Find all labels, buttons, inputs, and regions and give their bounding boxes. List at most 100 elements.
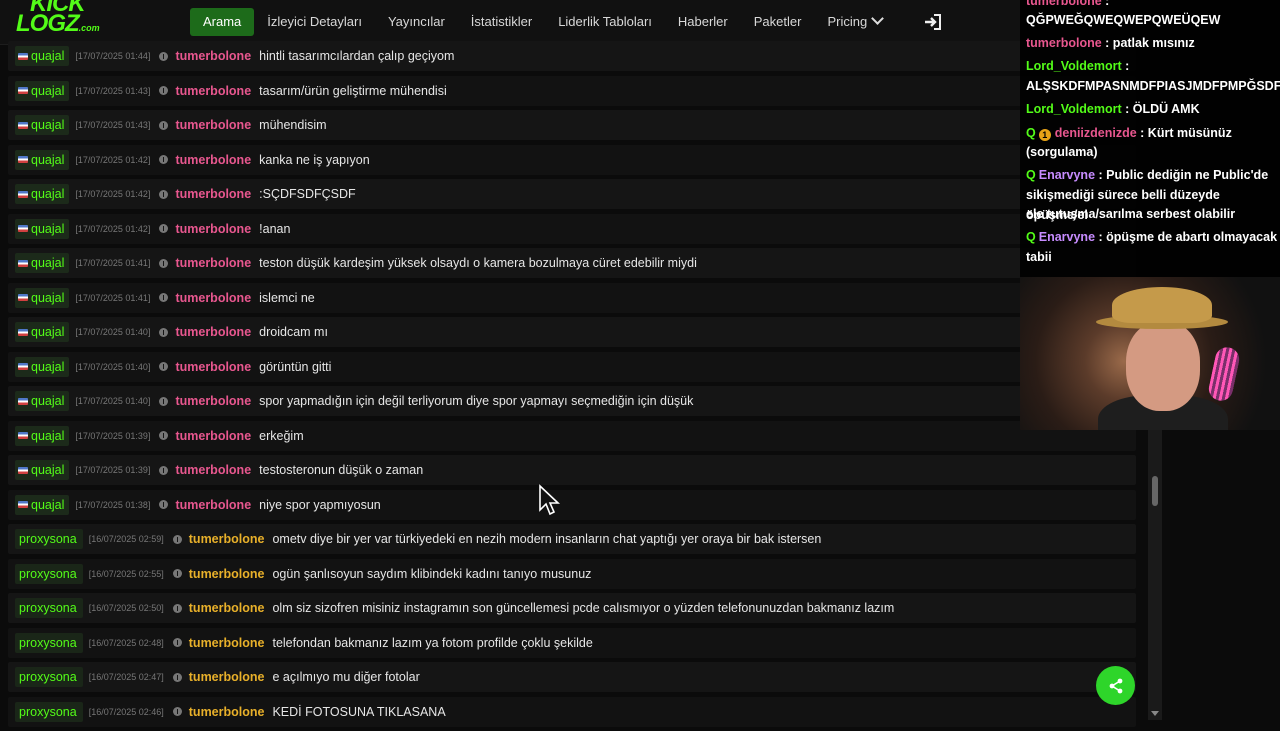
- channel-badge[interactable]: proxysona: [15, 529, 83, 549]
- login-icon[interactable]: [924, 13, 942, 31]
- username[interactable]: tumerbolone: [175, 291, 251, 305]
- info-icon[interactable]: [159, 189, 169, 199]
- username[interactable]: tumerbolone: [189, 705, 265, 719]
- message-text: droidcam mı: [259, 325, 328, 339]
- channel-badge[interactable]: quajal: [15, 356, 70, 377]
- message-row: proxysona [16/07/2025 02:50] tumerbolone ol…: [8, 593, 1136, 623]
- flag-icon: [18, 156, 28, 163]
- channel-badge[interactable]: quajal: [15, 287, 70, 308]
- webcam-face-shape: [1126, 321, 1200, 411]
- username[interactable]: tumerbolone: [175, 118, 251, 132]
- info-icon[interactable]: [172, 707, 182, 716]
- info-icon[interactable]: [159, 362, 169, 371]
- message-text: testosteronun düşük o zaman: [259, 463, 424, 477]
- scroll-down-arrow-icon[interactable]: [1151, 711, 1159, 716]
- info-icon[interactable]: [159, 327, 169, 337]
- info-icon[interactable]: [159, 396, 169, 406]
- info-icon[interactable]: [159, 258, 169, 268]
- site-logo[interactable]: KICK LOGZ.com: [16, 0, 106, 40]
- channel-badge[interactable]: proxysona: [15, 667, 83, 687]
- username[interactable]: tumerbolone: [175, 256, 251, 270]
- nav-item-packages[interactable]: Paketler: [741, 8, 815, 36]
- channel-badge[interactable]: quajal: [15, 115, 70, 135]
- info-icon[interactable]: [172, 603, 182, 613]
- message-row: quajal [17/07/2025 01:42] tumerbolone !anan: [8, 213, 1136, 244]
- scrollbar-thumb[interactable]: [1152, 476, 1158, 506]
- info-icon[interactable]: [172, 534, 182, 544]
- channel-badge[interactable]: quajal: [15, 46, 70, 66]
- message-row: quajal [17/07/2025 01:40] tumerbolone görün…: [8, 351, 1136, 382]
- info-icon[interactable]: [172, 672, 182, 682]
- username[interactable]: tumerbolone: [175, 153, 251, 167]
- timestamp: [17/07/2025 01:43]: [75, 85, 151, 96]
- overlay-chat-line: Lord_Voldemort :: [1026, 59, 1130, 73]
- info-icon[interactable]: [159, 224, 169, 233]
- message-row: quajal [17/07/2025 01:42] tumerbolone:SÇDF…: [8, 179, 1136, 209]
- username[interactable]: tumerbolone: [175, 498, 251, 512]
- username[interactable]: tumerbolone: [175, 49, 251, 63]
- channel-badge[interactable]: quajal: [15, 80, 70, 101]
- channel-badge[interactable]: quajal: [15, 494, 70, 515]
- info-icon[interactable]: [159, 86, 169, 95]
- username[interactable]: tumerbolone: [175, 429, 251, 443]
- nav-item-arama[interactable]: Arama: [190, 8, 255, 36]
- channel-badge[interactable]: proxysona: [15, 563, 83, 584]
- info-icon[interactable]: [172, 569, 182, 578]
- message-row: proxysona [16/07/2025 02:48] tumerbolone te…: [8, 627, 1136, 658]
- channel-badge[interactable]: quajal: [15, 322, 70, 342]
- channel-badge[interactable]: quajal: [15, 184, 70, 204]
- timestamp: [16/07/2025 02:59]: [88, 534, 164, 544]
- nav-item-pricing[interactable]: Pricing: [814, 8, 895, 36]
- nav-item-streamers[interactable]: Yayıncılar: [375, 8, 458, 36]
- username[interactable]: tumerbolone: [175, 360, 251, 374]
- username[interactable]: tumerbolone: [189, 636, 265, 650]
- info-icon[interactable]: [159, 120, 169, 130]
- username[interactable]: tumerbolone: [189, 670, 265, 684]
- channel-badge[interactable]: quajal: [15, 149, 70, 170]
- info-icon[interactable]: [159, 500, 169, 509]
- username[interactable]: tumerbolone: [189, 532, 265, 546]
- timestamp: [17/07/2025 01:43]: [75, 120, 151, 130]
- overlay-chat-line: Lord_Voldemort : ÖLDÜ AMK: [1026, 102, 1200, 116]
- channel-badge[interactable]: quajal: [15, 218, 70, 239]
- share-button[interactable]: [1096, 666, 1135, 705]
- info-icon[interactable]: [159, 155, 169, 164]
- username[interactable]: tumerbolone: [175, 84, 251, 98]
- timestamp: [17/07/2025 01:42]: [75, 223, 151, 234]
- username[interactable]: tumerbolone: [175, 325, 251, 339]
- info-icon[interactable]: [159, 431, 169, 440]
- info-icon[interactable]: [172, 638, 182, 647]
- channel-badge[interactable]: quajal: [15, 460, 70, 480]
- timestamp: [17/07/2025 01:40]: [75, 396, 151, 406]
- overlay-chat-line: QĞPWEĞQWEQWEPQWEÜQEW: [1026, 13, 1221, 27]
- logo-bottom: LOGZ.com: [16, 10, 100, 37]
- channel-badge[interactable]: quajal: [15, 391, 70, 411]
- message-text: :SÇDFSDFÇSDF: [259, 187, 356, 201]
- overlay-chat-line: Q 1 deniizdenizde : Kürt müsünüz: [1026, 126, 1232, 141]
- channel-badge[interactable]: quajal: [15, 425, 70, 446]
- main-menu: Arama İzleyici Detayları Yayıncılar İsta…: [190, 8, 895, 36]
- nav-item-leaderboards[interactable]: Liderlik Tabloları: [545, 8, 665, 36]
- nav-item-news[interactable]: Haberler: [665, 8, 741, 36]
- username[interactable]: tumerbolone: [189, 567, 265, 581]
- message-row: quajal [17/07/2025 01:44] tumerbolone hintl…: [8, 41, 1136, 71]
- scrollbar[interactable]: [1148, 410, 1162, 720]
- message-row: quajal [17/07/2025 01:41] tumerbolone islem…: [8, 282, 1136, 313]
- username[interactable]: tumerbolone: [175, 187, 251, 201]
- info-icon[interactable]: [159, 293, 169, 302]
- channel-badge[interactable]: proxysona: [15, 701, 83, 722]
- q-badge-icon: Q: [1026, 230, 1036, 244]
- message-text: ogün şanlısoyun saydım klibindeki kadını…: [272, 566, 592, 581]
- channel-badge[interactable]: proxysona: [15, 598, 83, 618]
- channel-badge[interactable]: proxysona: [15, 632, 83, 653]
- username[interactable]: tumerbolone: [189, 601, 265, 615]
- nav-item-viewer-details[interactable]: İzleyici Detayları: [254, 8, 375, 36]
- username[interactable]: tumerbolone: [175, 394, 251, 408]
- channel-badge[interactable]: quajal: [15, 253, 70, 273]
- message-row: quajal [17/07/2025 01:43] tumerbolone tasar…: [8, 75, 1136, 106]
- info-icon[interactable]: [159, 51, 169, 61]
- username[interactable]: tumerbolone: [175, 463, 251, 477]
- username[interactable]: tumerbolone: [175, 222, 251, 236]
- nav-item-statistics[interactable]: İstatistikler: [458, 8, 545, 36]
- info-icon[interactable]: [159, 465, 169, 475]
